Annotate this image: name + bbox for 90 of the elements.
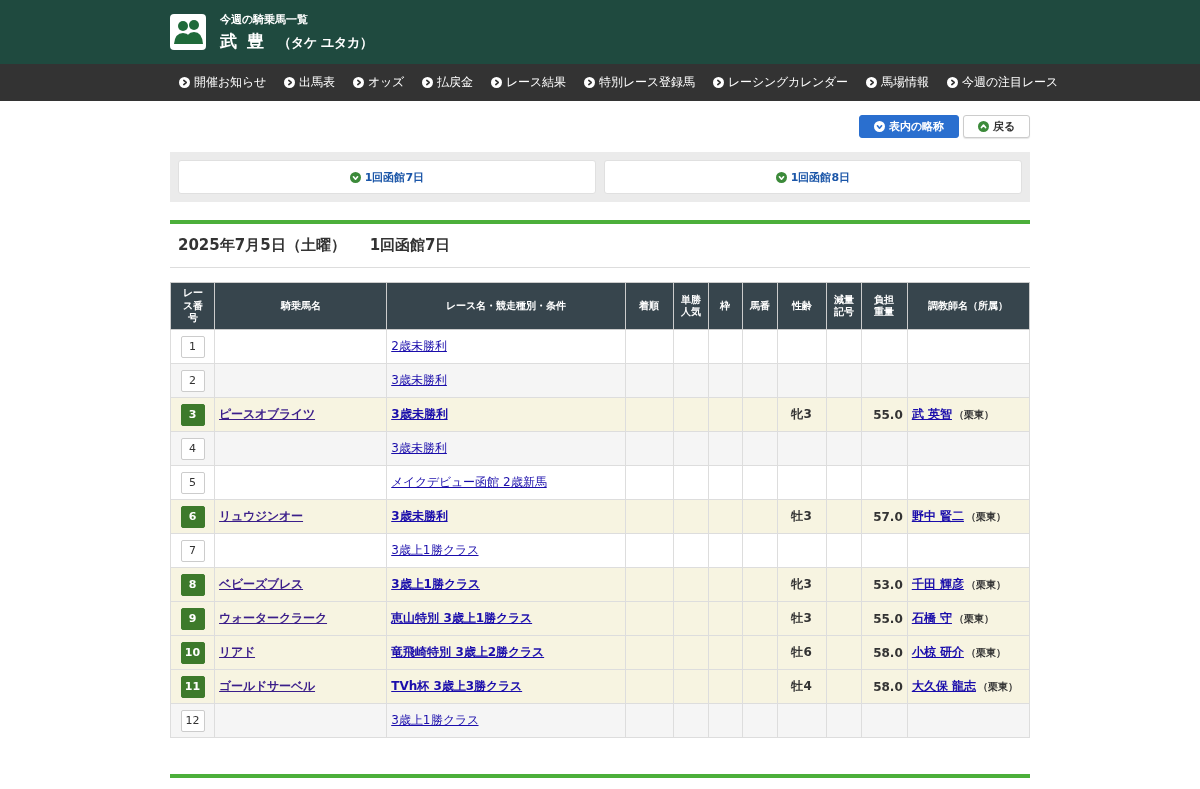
column-header: 減量記号	[826, 282, 862, 330]
horse-link[interactable]: リアド	[219, 645, 256, 659]
nav-link[interactable]: レース結果	[482, 74, 575, 91]
meeting-tab[interactable]: 1回函館7日	[178, 160, 596, 194]
race-link[interactable]: 3歳上1勝クラス	[391, 713, 479, 727]
sex-age-cell: 牡3	[791, 509, 812, 523]
weight-cell: 55.0	[873, 407, 903, 422]
chevron-down-icon	[874, 121, 885, 132]
nav-link[interactable]: 開催お知らせ	[170, 74, 275, 91]
column-header: 性齢	[777, 282, 827, 330]
trainer-link[interactable]: 武 英智	[911, 407, 952, 421]
chevron-down-icon	[775, 171, 787, 183]
race-number: 5	[180, 471, 205, 494]
chevron-right-icon	[491, 77, 502, 88]
race-number: 4	[180, 437, 205, 460]
column-header: 負担重量	[861, 282, 908, 330]
race-link[interactable]: 3歳未勝利	[391, 373, 447, 387]
column-header: 調教師名（所属）	[907, 282, 1030, 330]
sex-age-cell: 牡3	[791, 611, 812, 625]
weight-cell: 53.0	[873, 577, 903, 592]
race-number: 3	[180, 403, 205, 426]
jockey-name: 武 豊	[220, 29, 266, 53]
affiliation-text: （栗東）	[965, 579, 1006, 590]
trainer-link[interactable]: 石橋 守	[911, 611, 952, 625]
race-link[interactable]: 2歳未勝利	[391, 339, 447, 353]
chevron-right-icon	[947, 77, 958, 88]
chevron-right-icon	[353, 77, 364, 88]
affiliation-text: （栗東）	[977, 681, 1018, 692]
chevron-up-icon	[978, 121, 989, 132]
page-subtitle: 今週の騎乗馬一覧	[220, 11, 309, 27]
abbreviations-button[interactable]: 表内の略称	[859, 115, 959, 138]
race-link[interactable]: 3歳未勝利	[391, 509, 448, 523]
weight-cell: 58.0	[873, 645, 903, 660]
nav-link[interactable]: 特別レース登録馬	[575, 74, 704, 91]
chevron-right-icon	[713, 77, 724, 88]
race-number: 6	[180, 505, 205, 528]
race-number: 2	[180, 369, 205, 392]
trainer-link[interactable]: 千田 輝彦	[911, 577, 964, 591]
chevron-right-icon	[179, 77, 190, 88]
weight-cell: 58.0	[873, 679, 903, 694]
race-link[interactable]: 3歳未勝利	[391, 441, 447, 455]
nav-link[interactable]: レーシングカレンダー	[704, 74, 857, 91]
people-icon	[170, 14, 206, 50]
sex-age-cell: 牡4	[791, 679, 812, 693]
column-header: 単勝人気	[673, 282, 709, 330]
horse-link[interactable]: リュウジンオー	[219, 509, 304, 523]
race-number: 8	[180, 573, 205, 596]
horse-link[interactable]: ベビーズブレス	[219, 577, 304, 591]
meeting-name: 1回函館7日	[369, 236, 451, 255]
race-date: 2025年7月5日（土曜）	[178, 236, 346, 255]
race-number: 10	[180, 641, 205, 664]
trainer-link[interactable]: 大久保 龍志	[911, 679, 976, 693]
chevron-down-icon	[349, 171, 361, 183]
nav-link[interactable]: 払戻金	[413, 74, 482, 91]
chevron-right-icon	[284, 77, 295, 88]
sex-age-cell: 牝3	[791, 577, 812, 591]
nav-link[interactable]: オッズ	[344, 74, 413, 91]
nav-link[interactable]: 出馬表	[275, 74, 344, 91]
race-number: 9	[180, 607, 205, 630]
jockey-reading: （タケ ユタカ）	[277, 33, 374, 52]
race-link[interactable]: 3歳上1勝クラス	[391, 543, 479, 557]
chevron-right-icon	[422, 77, 433, 88]
affiliation-text: （栗東）	[953, 409, 994, 420]
column-header: レース名・競走種別・条件	[386, 282, 625, 330]
weight-cell: 57.0	[873, 509, 903, 524]
affiliation-text: （栗東）	[965, 511, 1006, 522]
column-header: レース番号	[170, 282, 215, 330]
race-number: 12	[180, 709, 205, 732]
affiliation-text: （栗東）	[965, 647, 1006, 658]
affiliation-text: （栗東）	[953, 613, 994, 624]
race-number: 7	[180, 539, 205, 562]
sex-age-cell: 牝3	[791, 407, 812, 421]
trainer-link[interactable]: 小椋 研介	[911, 645, 964, 659]
race-number: 11	[180, 675, 205, 698]
chevron-right-icon	[866, 77, 877, 88]
nav-link[interactable]: 馬場情報	[857, 74, 938, 91]
chevron-right-icon	[584, 77, 595, 88]
nav-link[interactable]: 今週の注目レース	[938, 74, 1067, 91]
meeting-tab[interactable]: 1回函館8日	[604, 160, 1022, 194]
column-header: 枠	[708, 282, 743, 330]
weight-cell: 55.0	[873, 611, 903, 626]
column-header: 着順	[625, 282, 674, 330]
race-link[interactable]: 3歳未勝利	[391, 407, 448, 421]
trainer-link[interactable]: 野中 賢二	[911, 509, 964, 523]
race-number: 1	[180, 335, 205, 358]
sex-age-cell: 牡6	[791, 645, 812, 659]
race-link[interactable]: 3歳上1勝クラス	[391, 577, 480, 591]
column-header: 騎乗馬名	[214, 282, 387, 330]
back-button[interactable]: 戻る	[963, 115, 1030, 138]
column-header: 馬番	[742, 282, 778, 330]
